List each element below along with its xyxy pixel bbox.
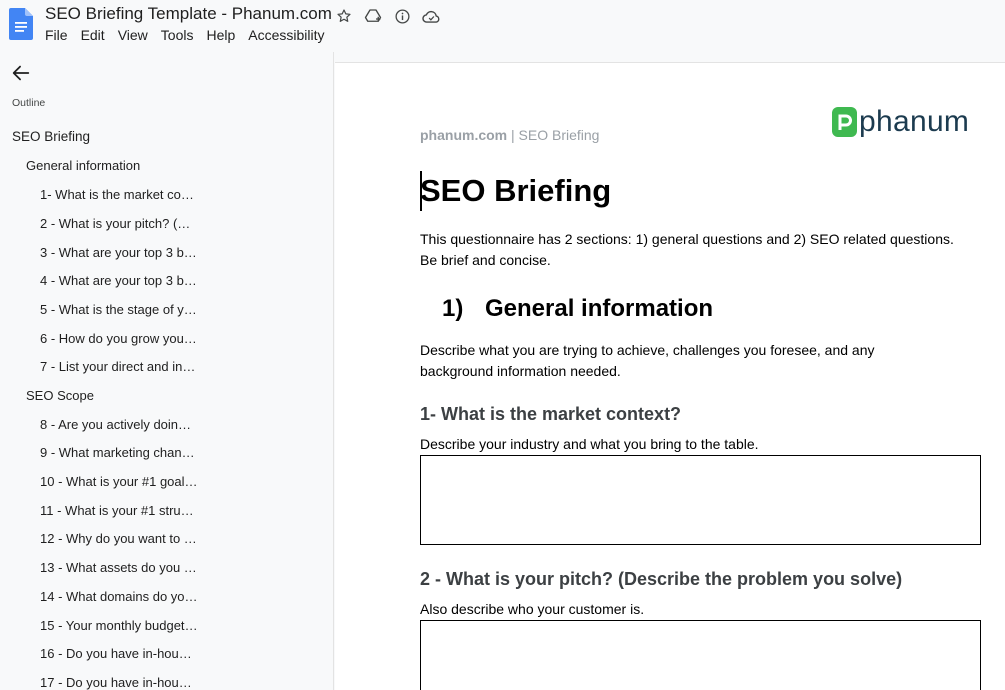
question-1-heading: 1- What is the market context?: [420, 404, 682, 424]
outline-item-q5[interactable]: 5 - What is the stage of yo…: [40, 302, 198, 317]
intro-line-1: This questionnaire has 2 sections: 1) ge…: [420, 231, 954, 247]
logo-text: phanum: [859, 105, 970, 138]
outline-item-q16[interactable]: 16 - Do you have in-house…: [40, 646, 198, 661]
back-arrow-icon[interactable]: [10, 62, 32, 84]
info-icon[interactable]: [392, 6, 412, 26]
section-1-desc-line-1: Describe what you are trying to achieve,…: [420, 342, 875, 358]
star-icon[interactable]: [334, 6, 354, 26]
outline-item-q9[interactable]: 9 - What marketing chann…: [40, 445, 198, 460]
outline-item-q10[interactable]: 10 - What is your #1 goal t…: [40, 474, 198, 489]
menu-help[interactable]: Help: [206, 27, 242, 43]
section-1-heading: 1) General information: [442, 295, 713, 323]
outline-item-q12[interactable]: 12 - Why do you want to d…: [40, 531, 198, 546]
section-1-title: General information: [485, 295, 714, 322]
menu-tools[interactable]: Tools: [161, 27, 201, 43]
phanum-logo: phanum: [832, 105, 969, 139]
outline-item-q17[interactable]: 17 - Do you have in-house…: [40, 675, 198, 690]
document-page[interactable]: phanum.com | SEO Briefing phanum SEO Bri…: [335, 62, 1005, 690]
outline-item-q6[interactable]: 6 - How do you grow your …: [40, 331, 198, 346]
outline-item-q4[interactable]: 4 - What are your top 3 bu…: [40, 273, 198, 288]
page-header: phanum.com | SEO Briefing: [420, 127, 599, 143]
menu-bar: File Edit View Tools Help Accessibility: [45, 27, 338, 43]
outline-item-q1[interactable]: 1- What is the market con…: [40, 187, 198, 202]
google-docs-icon[interactable]: [9, 8, 33, 40]
outline-item-q11[interactable]: 11 - What is your #1 strug…: [40, 503, 198, 518]
header-separator: |: [511, 127, 515, 143]
outline-item-seo-scope[interactable]: SEO Scope: [26, 388, 94, 403]
phanum-logo-mark-icon: [832, 107, 857, 137]
answer-box-2[interactable]: [420, 620, 981, 690]
header-site: phanum.com: [420, 127, 508, 143]
question-2-heading: 2 - What is your pitch? (Describe the pr…: [420, 569, 903, 589]
section-1-description: Describe what you are trying to achieve,…: [420, 340, 940, 382]
outline-sidebar: Outline SEO Briefing General information…: [0, 52, 334, 690]
outline-item-q15[interactable]: 15 - Your monthly budget …: [40, 618, 198, 633]
question-1-description: Describe your industry and what you brin…: [420, 436, 759, 452]
move-to-drive-icon[interactable]: [363, 6, 383, 26]
outline-item-q2[interactable]: 2 - What is your pitch? (De…: [40, 216, 198, 231]
menu-file[interactable]: File: [45, 27, 75, 43]
outline-item-q13[interactable]: 13 - What assets do you h…: [40, 560, 198, 575]
outline-item-q3[interactable]: 3 - What are your top 3 bu…: [40, 245, 198, 260]
outline-item-seo-briefing[interactable]: SEO Briefing: [12, 129, 90, 144]
outline-heading: Outline: [12, 97, 46, 109]
document-title[interactable]: SEO Briefing Template - Phanum.com: [45, 4, 332, 24]
section-1-desc-line-2: background information needed.: [420, 363, 621, 379]
intro-line-2: Be brief and concise.: [420, 252, 551, 268]
cloud-saved-icon[interactable]: [421, 6, 441, 26]
answer-box-1[interactable]: [420, 455, 981, 545]
question-2-description: Also describe who your customer is.: [420, 601, 645, 617]
document-heading: SEO Briefing: [420, 173, 612, 208]
section-1-number: 1): [442, 295, 464, 322]
menu-accessibility[interactable]: Accessibility: [248, 27, 331, 43]
header-section: SEO Briefing: [518, 127, 600, 143]
outline-item-q8[interactable]: 8 - Are you actively doing …: [40, 417, 198, 432]
intro-paragraph: This questionnaire has 2 sections: 1) ge…: [420, 229, 980, 271]
menu-view[interactable]: View: [118, 27, 155, 43]
outline-item-q14[interactable]: 14 - What domains do you…: [40, 589, 198, 604]
outline-item-general-information[interactable]: General information: [26, 158, 140, 173]
menu-edit[interactable]: Edit: [81, 27, 112, 43]
outline-item-q7[interactable]: 7 - List your direct and ind…: [40, 359, 198, 374]
top-bar: SEO Briefing Template - Phanum.com File …: [0, 0, 1005, 52]
